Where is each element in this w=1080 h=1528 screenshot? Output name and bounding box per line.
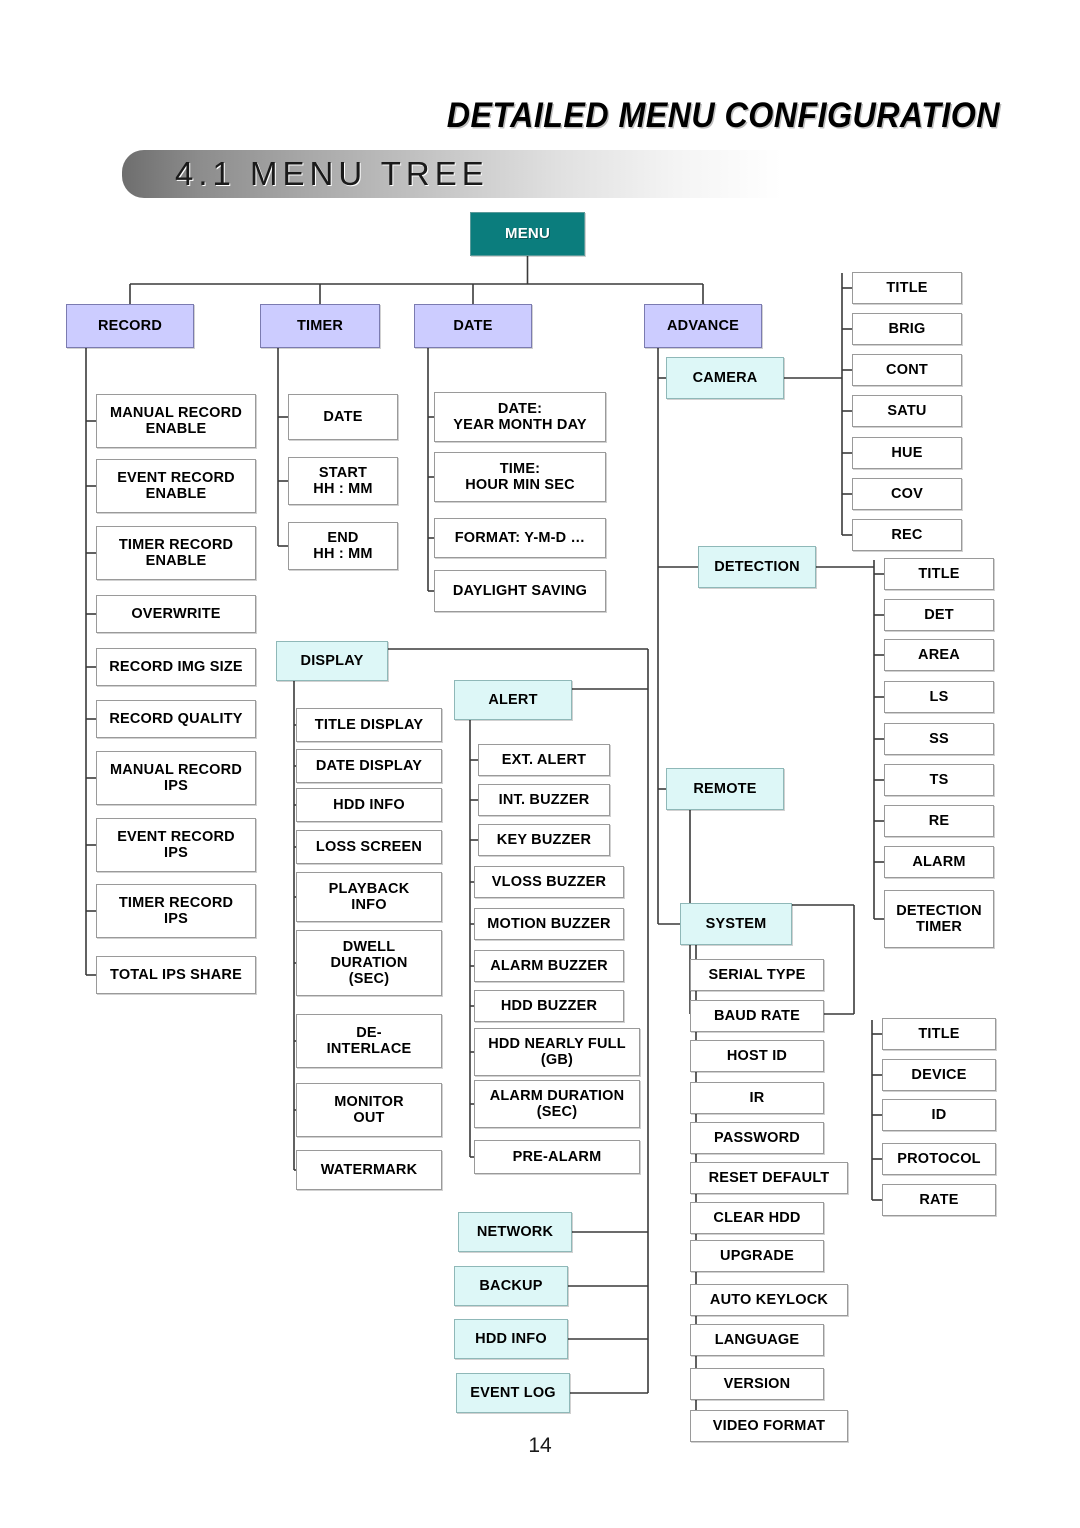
leaf-node-display-children-date-display[interactable]: DATE DISPLAY [296, 749, 442, 783]
menu-node-record[interactable]: RECORD [66, 304, 194, 348]
leaf-node-display-children-monitor-out[interactable]: MONITOR OUT [296, 1083, 442, 1137]
leaf-node-record-children-record-img-size[interactable]: RECORD IMG SIZE [96, 648, 256, 686]
leaf-node-system-children-baud-rate[interactable]: BAUD RATE [690, 1000, 824, 1032]
leaf-node-system-children-password[interactable]: PASSWORD [690, 1122, 824, 1154]
leaf-node-display-children-hdd-info[interactable]: HDD INFO [296, 788, 442, 822]
submenu-node-detection[interactable]: DETECTION [698, 546, 816, 588]
menu-node-advance[interactable]: ADVANCE [644, 304, 762, 348]
leaf-node-display-children-playback-info[interactable]: PLAYBACK INFO [296, 872, 442, 922]
submenu-node-backup[interactable]: BACKUP [454, 1266, 568, 1306]
leaf-node-date-children-format-y-m-d[interactable]: FORMAT: Y-M-D … [434, 518, 606, 558]
submenu-node-alert[interactable]: ALERT [454, 680, 572, 720]
leaf-node-detection-children-ss[interactable]: SS [884, 723, 994, 755]
leaf-node-record-children-manual-record-enable[interactable]: MANUAL RECORD ENABLE [96, 394, 256, 448]
leaf-node-display-children-title-display[interactable]: TITLE DISPLAY [296, 708, 442, 742]
leaf-node-record-children-timer-record-enable[interactable]: TIMER RECORD ENABLE [96, 526, 256, 580]
leaf-node-alert-children-key-buzzer[interactable]: KEY BUZZER [478, 824, 610, 856]
leaf-node-system-children-serial-type[interactable]: SERIAL TYPE [690, 959, 824, 991]
leaf-node-remote-children-id[interactable]: ID [882, 1099, 996, 1131]
leaf-node-detection-children-re[interactable]: RE [884, 805, 994, 837]
menu-node-timer[interactable]: TIMER [260, 304, 380, 348]
leaf-node-alert-children-pre-alarm[interactable]: PRE-ALARM [474, 1140, 640, 1174]
leaf-node-display-children-loss-screen[interactable]: LOSS SCREEN [296, 830, 442, 864]
leaf-node-system-children-ir[interactable]: IR [690, 1082, 824, 1114]
page-number: 14 [528, 1434, 552, 1457]
leaf-node-date-children-daylight-saving[interactable]: DAYLIGHT SAVING [434, 570, 606, 612]
leaf-node-record-children-record-quality[interactable]: RECORD QUALITY [96, 700, 256, 738]
leaf-node-record-children-timer-record-ips[interactable]: TIMER RECORD IPS [96, 884, 256, 938]
leaf-node-display-children-de-interlace[interactable]: DE- INTERLACE [296, 1014, 442, 1068]
leaf-node-alert-children-hdd-buzzer[interactable]: HDD BUZZER [474, 990, 624, 1022]
submenu-node-remote[interactable]: REMOTE [666, 768, 784, 810]
submenu-node-display[interactable]: DISPLAY [276, 641, 388, 681]
menu-tree-diagram: MENU RECORD TIMER DATE ADVANCE CAMERA DETECTIO… [0, 0, 1080, 1528]
leaf-node-detection-children-ls[interactable]: LS [884, 681, 994, 713]
leaf-node-camera-children-satu[interactable]: SATU [852, 395, 962, 427]
leaf-node-record-children-manual-record-ips[interactable]: MANUAL RECORD IPS [96, 751, 256, 805]
leaf-node-detection-children-detection-timer[interactable]: DETECTION TIMER [884, 890, 994, 948]
submenu-node-network[interactable]: NETWORK [458, 1212, 572, 1252]
leaf-node-record-children-event-record-enable[interactable]: EVENT RECORD ENABLE [96, 459, 256, 513]
leaf-node-date-children-date-year-month-day[interactable]: DATE: YEAR MONTH DAY [434, 392, 606, 442]
submenu-node-camera[interactable]: CAMERA [666, 357, 784, 399]
leaf-node-remote-children-rate[interactable]: RATE [882, 1184, 996, 1216]
leaf-node-remote-children-protocol[interactable]: PROTOCOL [882, 1143, 996, 1175]
leaf-node-alert-children-vloss-buzzer[interactable]: VLOSS BUZZER [474, 866, 624, 898]
submenu-node-hdd-info[interactable]: HDD INFO [454, 1319, 568, 1359]
leaf-node-system-children-auto-keylock[interactable]: AUTO KEYLOCK [690, 1284, 848, 1316]
leaf-node-system-children-upgrade[interactable]: UPGRADE [690, 1240, 824, 1272]
leaf-node-alert-children-hdd-nearly-full-gb[interactable]: HDD NEARLY FULL (GB) [474, 1028, 640, 1076]
submenu-node-event-log[interactable]: EVENT LOG [456, 1373, 570, 1413]
leaf-node-camera-children-cov[interactable]: COV [852, 478, 962, 510]
menu-node-date[interactable]: DATE [414, 304, 532, 348]
submenu-node-system[interactable]: SYSTEM [680, 903, 792, 945]
leaf-node-system-children-version[interactable]: VERSION [690, 1368, 824, 1400]
leaf-node-system-children-language[interactable]: LANGUAGE [690, 1324, 824, 1356]
leaf-node-camera-children-cont[interactable]: CONT [852, 354, 962, 386]
leaf-node-record-children-total-ips-share[interactable]: TOTAL IPS SHARE [96, 956, 256, 994]
leaf-node-detection-children-title[interactable]: TITLE [884, 558, 994, 590]
menu-root-node[interactable]: MENU [470, 212, 585, 256]
leaf-node-system-children-host-id[interactable]: HOST ID [690, 1040, 824, 1072]
leaf-node-camera-children-hue[interactable]: HUE [852, 437, 962, 469]
leaf-node-detection-children-alarm[interactable]: ALARM [884, 846, 994, 878]
leaf-node-alert-children-alarm-duration-sec[interactable]: ALARM DURATION (SEC) [474, 1080, 640, 1128]
leaf-node-detection-children-area[interactable]: AREA [884, 639, 994, 671]
leaf-node-date-children-time-hour-min-sec[interactable]: TIME: HOUR MIN SEC [434, 452, 606, 502]
leaf-node-camera-children-brig[interactable]: BRIG [852, 313, 962, 345]
leaf-node-alert-children-int-buzzer[interactable]: INT. BUZZER [478, 784, 610, 816]
leaf-node-camera-children-rec[interactable]: REC [852, 519, 962, 551]
leaf-node-display-children-dwell-duration-sec[interactable]: DWELL DURATION (SEC) [296, 930, 442, 996]
leaf-node-display-children-watermark[interactable]: WATERMARK [296, 1150, 442, 1190]
leaf-node-record-children-event-record-ips[interactable]: EVENT RECORD IPS [96, 818, 256, 872]
leaf-node-alert-children-alarm-buzzer[interactable]: ALARM BUZZER [474, 950, 624, 982]
leaf-node-system-children-reset-default[interactable]: RESET DEFAULT [690, 1162, 848, 1194]
leaf-node-detection-children-ts[interactable]: TS [884, 764, 994, 796]
leaf-node-timer-children-end-hh-mm[interactable]: END HH : MM [288, 522, 398, 570]
leaf-node-camera-children-title[interactable]: TITLE [852, 272, 962, 304]
leaf-node-remote-children-device[interactable]: DEVICE [882, 1059, 996, 1091]
leaf-node-alert-children-motion-buzzer[interactable]: MOTION BUZZER [474, 908, 624, 940]
leaf-node-remote-children-title[interactable]: TITLE [882, 1018, 996, 1050]
leaf-node-record-children-overwrite[interactable]: OVERWRITE [96, 595, 256, 633]
leaf-node-timer-children-date[interactable]: DATE [288, 394, 398, 440]
leaf-node-timer-children-start-hh-mm[interactable]: START HH : MM [288, 457, 398, 505]
leaf-node-detection-children-det[interactable]: DET [884, 599, 994, 631]
leaf-node-alert-children-ext-alert[interactable]: EXT. ALERT [478, 744, 610, 776]
leaf-node-system-children-clear-hdd[interactable]: CLEAR HDD [690, 1202, 824, 1234]
